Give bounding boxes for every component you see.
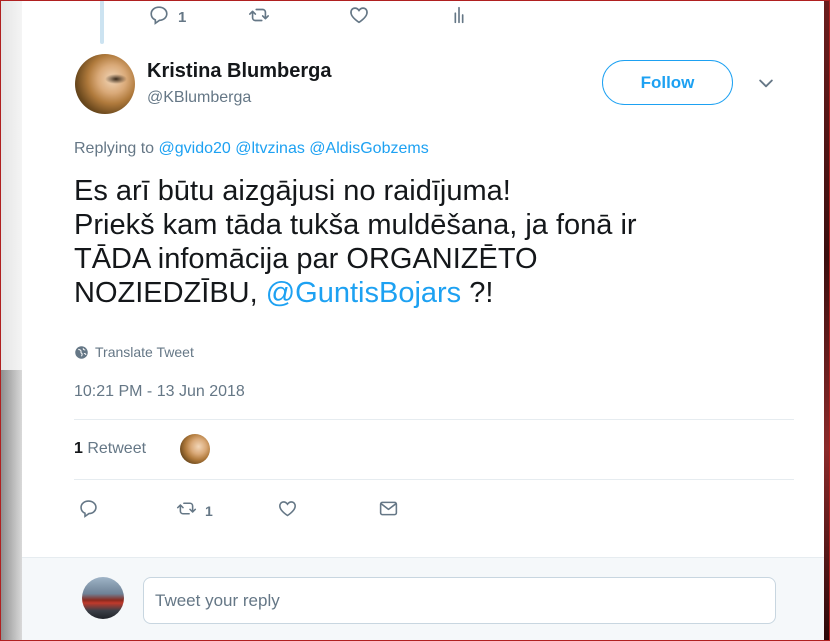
background-left-top [0,0,22,370]
chevron-down-icon[interactable] [756,73,776,93]
background-right-strip [824,0,830,641]
tweet-line: Es arī būtu aizgājusi no raidījuma! [74,175,511,207]
analytics-action[interactable] [448,4,470,31]
retweet-count: 1 [205,503,213,519]
tweet-line: Priekš kam tāda tukša muldēšana, ja fonā… [74,209,637,241]
analytics-icon [448,4,470,31]
thread-line [100,0,104,44]
retweet-action[interactable]: 1 [176,498,213,524]
mention-link[interactable]: @gvido20 [159,140,231,157]
envelope-icon [378,498,399,524]
mention-link[interactable]: @GuntisBojars [266,277,461,309]
heart-icon [348,4,370,31]
mention-link[interactable]: @ltvzinas [235,140,305,157]
dm-action[interactable] [378,498,399,524]
reply-composer [22,557,824,641]
reply-icon [78,498,99,524]
author-name[interactable]: Kristina Blumberga [147,60,331,83]
tweet-line: TĀDA infomācija par ORGANIZĒTO [74,243,538,275]
retweeter-avatar[interactable] [180,434,210,464]
retweet-icon [248,4,270,31]
divider [74,479,794,480]
author-handle[interactable]: @KBlumberga [147,89,251,107]
replying-to: Replying to @gvido20 @ltvzinas @AldisGob… [74,140,429,158]
retweet-label: Retweet [82,440,147,457]
mention-link[interactable]: @AldisGobzems [309,140,428,157]
reply-action[interactable] [78,498,99,524]
current-user-avatar[interactable] [82,577,124,619]
reply-action[interactable]: 1 [148,4,186,31]
tweet-text: Es arī būtu aizgājusi no raidījuma! Prie… [74,174,774,310]
reply-icon [148,4,170,31]
divider [74,419,794,420]
globe-icon [75,345,88,359]
author-avatar[interactable] [75,54,135,114]
tweet-text-segment: ?! [461,277,494,309]
retweet-number: 1 [74,440,83,457]
follow-button[interactable]: Follow [602,60,733,105]
tweet-card: 1 Kristina Blumberga @KBlumberga Follow … [22,0,824,641]
like-action[interactable] [277,498,298,524]
heart-icon [277,498,298,524]
replying-prefix: Replying to [74,140,155,157]
retweet-stat[interactable]: 1 Retweet [74,440,146,458]
retweet-icon [176,498,197,524]
tweet-line: NOZIEDZĪBU, @GuntisBojars ?! [74,276,774,310]
background-left-shadow [0,370,22,641]
like-action[interactable] [348,4,370,31]
reply-count: 1 [178,9,187,26]
reply-input[interactable] [143,577,776,624]
retweet-action[interactable] [248,4,270,31]
tweet-text-segment: NOZIEDZĪBU, [74,277,266,309]
translate-tweet[interactable]: Translate Tweet [74,344,194,360]
tweet-timestamp[interactable]: 10:21 PM - 13 Jun 2018 [74,383,245,401]
translate-label: Translate Tweet [95,344,194,360]
